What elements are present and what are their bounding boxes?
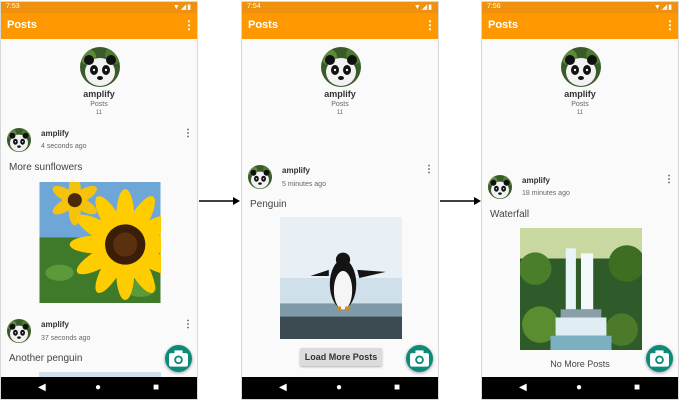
post-username: amplify [282,166,311,175]
post-caption: More sunflowers [9,162,83,173]
post-avatar[interactable] [7,319,31,343]
status-icons: ▼◢▮ [413,4,433,11]
post-username: amplify [41,320,70,329]
camera-fab[interactable] [406,345,433,372]
post-image-sunflower[interactable] [39,182,161,303]
status-bar: 7:53 ▼◢▮ [1,2,197,13]
back-icon[interactable]: ◀ [519,382,527,393]
post-caption: Waterfall [490,209,530,220]
post-time: 37 seconds ago [41,335,91,342]
app-title: Posts [248,19,278,31]
post-menu-icon[interactable]: ⋮ [664,174,674,185]
nav-bar: ◀ ● ■ [1,377,197,399]
phone-screen-3: 7:56 ▼◢▮ Posts ⋮ amplify Posts 11 amplif… [481,1,679,400]
profile-username: amplify [324,89,356,99]
status-icons: ▼◢▮ [653,4,673,11]
post-image-penguin[interactable] [280,217,402,339]
arrow-icon [440,197,481,205]
status-bar: 7:56 ▼◢▮ [482,2,678,13]
post-time: 4 seconds ago [41,143,87,150]
overflow-menu-icon[interactable]: ⋮ [183,18,195,32]
profile-posts-count: 11 [95,110,103,116]
arrow-icon [199,197,240,205]
camera-icon [165,345,192,372]
app-bar: Posts ⋮ [242,13,438,39]
post-avatar[interactable] [488,175,512,199]
phone-screen-2: 7:54 ▼◢▮ Posts ⋮ amplify Posts 11 amplif… [241,1,439,400]
posts-feed[interactable]: amplify Posts 11 amplify 5 minutes ago ⋮… [242,39,438,379]
camera-fab[interactable] [646,345,673,372]
recents-icon[interactable]: ■ [634,382,640,393]
status-time: 7:56 [487,3,501,10]
nav-bar: ◀ ● ■ [482,377,678,399]
recents-icon[interactable]: ■ [153,382,159,393]
post-caption: Another penguin [9,353,83,364]
post-time: 18 minutes ago [522,190,570,197]
post-image-sunflower[interactable] [280,126,402,148]
status-time: 7:53 [6,3,20,10]
profile-posts-label: Posts [90,101,108,108]
nav-bar: ◀ ● ■ [242,377,438,399]
post-caption: Penguin [250,199,287,210]
app-bar: Posts ⋮ [482,13,678,39]
post-menu-icon[interactable]: ⋮ [183,128,193,139]
load-more-button[interactable]: Load More Posts [300,348,382,366]
profile-posts-label: Posts [331,101,349,108]
post-avatar[interactable] [7,128,31,152]
phone-screen-1: 7:53 ▼◢▮ Posts ⋮ amplify Posts 11 amplif… [0,1,198,400]
recents-icon[interactable]: ■ [394,382,400,393]
profile-avatar[interactable] [321,47,361,87]
status-bar: 7:54 ▼◢▮ [242,2,438,13]
post-avatar[interactable] [248,165,272,189]
profile-posts-label: Posts [571,101,589,108]
post-image-penguin[interactable] [520,126,642,159]
post-menu-icon[interactable]: ⋮ [424,164,434,175]
app-bar: Posts ⋮ [1,13,197,39]
status-time: 7:54 [247,3,261,10]
back-icon[interactable]: ◀ [279,382,287,393]
profile-username: amplify [83,89,115,99]
post-username: amplify [41,129,70,138]
post-menu-icon[interactable]: ⋮ [183,319,193,330]
app-title: Posts [7,19,37,31]
back-icon[interactable]: ◀ [38,382,46,393]
profile-posts-count: 11 [576,110,584,116]
camera-icon [646,345,673,372]
post-time: 5 minutes ago [282,181,326,188]
post-image-waterfall[interactable] [520,228,642,350]
posts-feed[interactable]: amplify Posts 11 amplify 4 seconds ago ⋮… [1,39,197,379]
home-icon[interactable]: ● [336,382,342,393]
profile-avatar[interactable] [80,47,120,87]
profile-posts-count: 11 [336,110,344,116]
status-icons: ▼◢▮ [172,4,192,11]
home-icon[interactable]: ● [576,382,582,393]
posts-feed[interactable]: amplify Posts 11 amplify 18 minutes ago … [482,39,678,379]
post-username: amplify [522,176,551,185]
profile-username: amplify [564,89,596,99]
overflow-menu-icon[interactable]: ⋮ [664,18,676,32]
app-title: Posts [488,19,518,31]
home-icon[interactable]: ● [95,382,101,393]
profile-avatar[interactable] [561,47,601,87]
camera-icon [406,345,433,372]
camera-fab[interactable] [165,345,192,372]
overflow-menu-icon[interactable]: ⋮ [424,18,436,32]
